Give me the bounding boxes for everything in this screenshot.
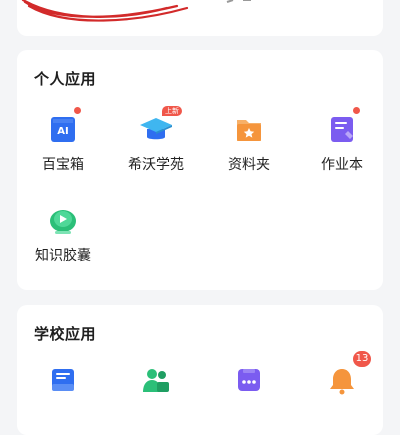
ai-icon: AI — [43, 107, 83, 149]
folder-star-icon — [229, 109, 269, 149]
personal-apps-card: 个人应用 AI 百宝箱 上新 希沃学苑 资料夹 作业本 知识胶囊 — [17, 50, 383, 290]
section-title-personal-apps: 个人应用 — [34, 70, 97, 88]
school-app-4[interactable]: 13 — [302, 351, 382, 400]
school-app-3[interactable] — [209, 360, 289, 400]
app-label: 希沃学苑 — [128, 157, 184, 173]
section-title-school-apps: 学校应用 — [34, 325, 97, 343]
notification-count-badge: 13 — [353, 351, 371, 367]
homework-book-icon — [322, 107, 362, 149]
knowledge-capsule-icon — [43, 200, 83, 240]
app-seewo-academy[interactable]: 上新 希沃学苑 — [116, 106, 196, 174]
new-badge: 上新 — [162, 106, 182, 116]
app-materials-folder[interactable]: 资料夹 — [209, 109, 289, 174]
school-app-1[interactable] — [23, 360, 103, 400]
app-label: 百宝箱 — [42, 157, 84, 173]
app-homework-book[interactable]: 作业本 — [302, 107, 382, 174]
svg-text:AI: AI — [57, 126, 68, 137]
inbox-icon — [43, 360, 83, 400]
school-app-2[interactable] — [116, 360, 196, 400]
red-scribble-decoration — [21, 0, 251, 22]
school-apps-card: 学校应用 13 — [17, 305, 383, 435]
app-baibaoxiang[interactable]: AI 百宝箱 — [23, 107, 103, 174]
graduation-cap-icon: 上新 — [136, 106, 182, 149]
previous-card — [17, 0, 383, 36]
app-label: 作业本 — [321, 157, 363, 173]
app-label: 知识胶囊 — [35, 248, 91, 264]
more-apps-icon — [229, 360, 269, 400]
notification-dot — [74, 107, 81, 114]
user-group-icon — [136, 360, 176, 400]
app-knowledge-capsule[interactable]: 知识胶囊 — [23, 200, 103, 265]
notification-dot — [353, 107, 360, 114]
bell-icon: 13 — [322, 351, 371, 400]
app-label: 资料夹 — [228, 157, 270, 173]
